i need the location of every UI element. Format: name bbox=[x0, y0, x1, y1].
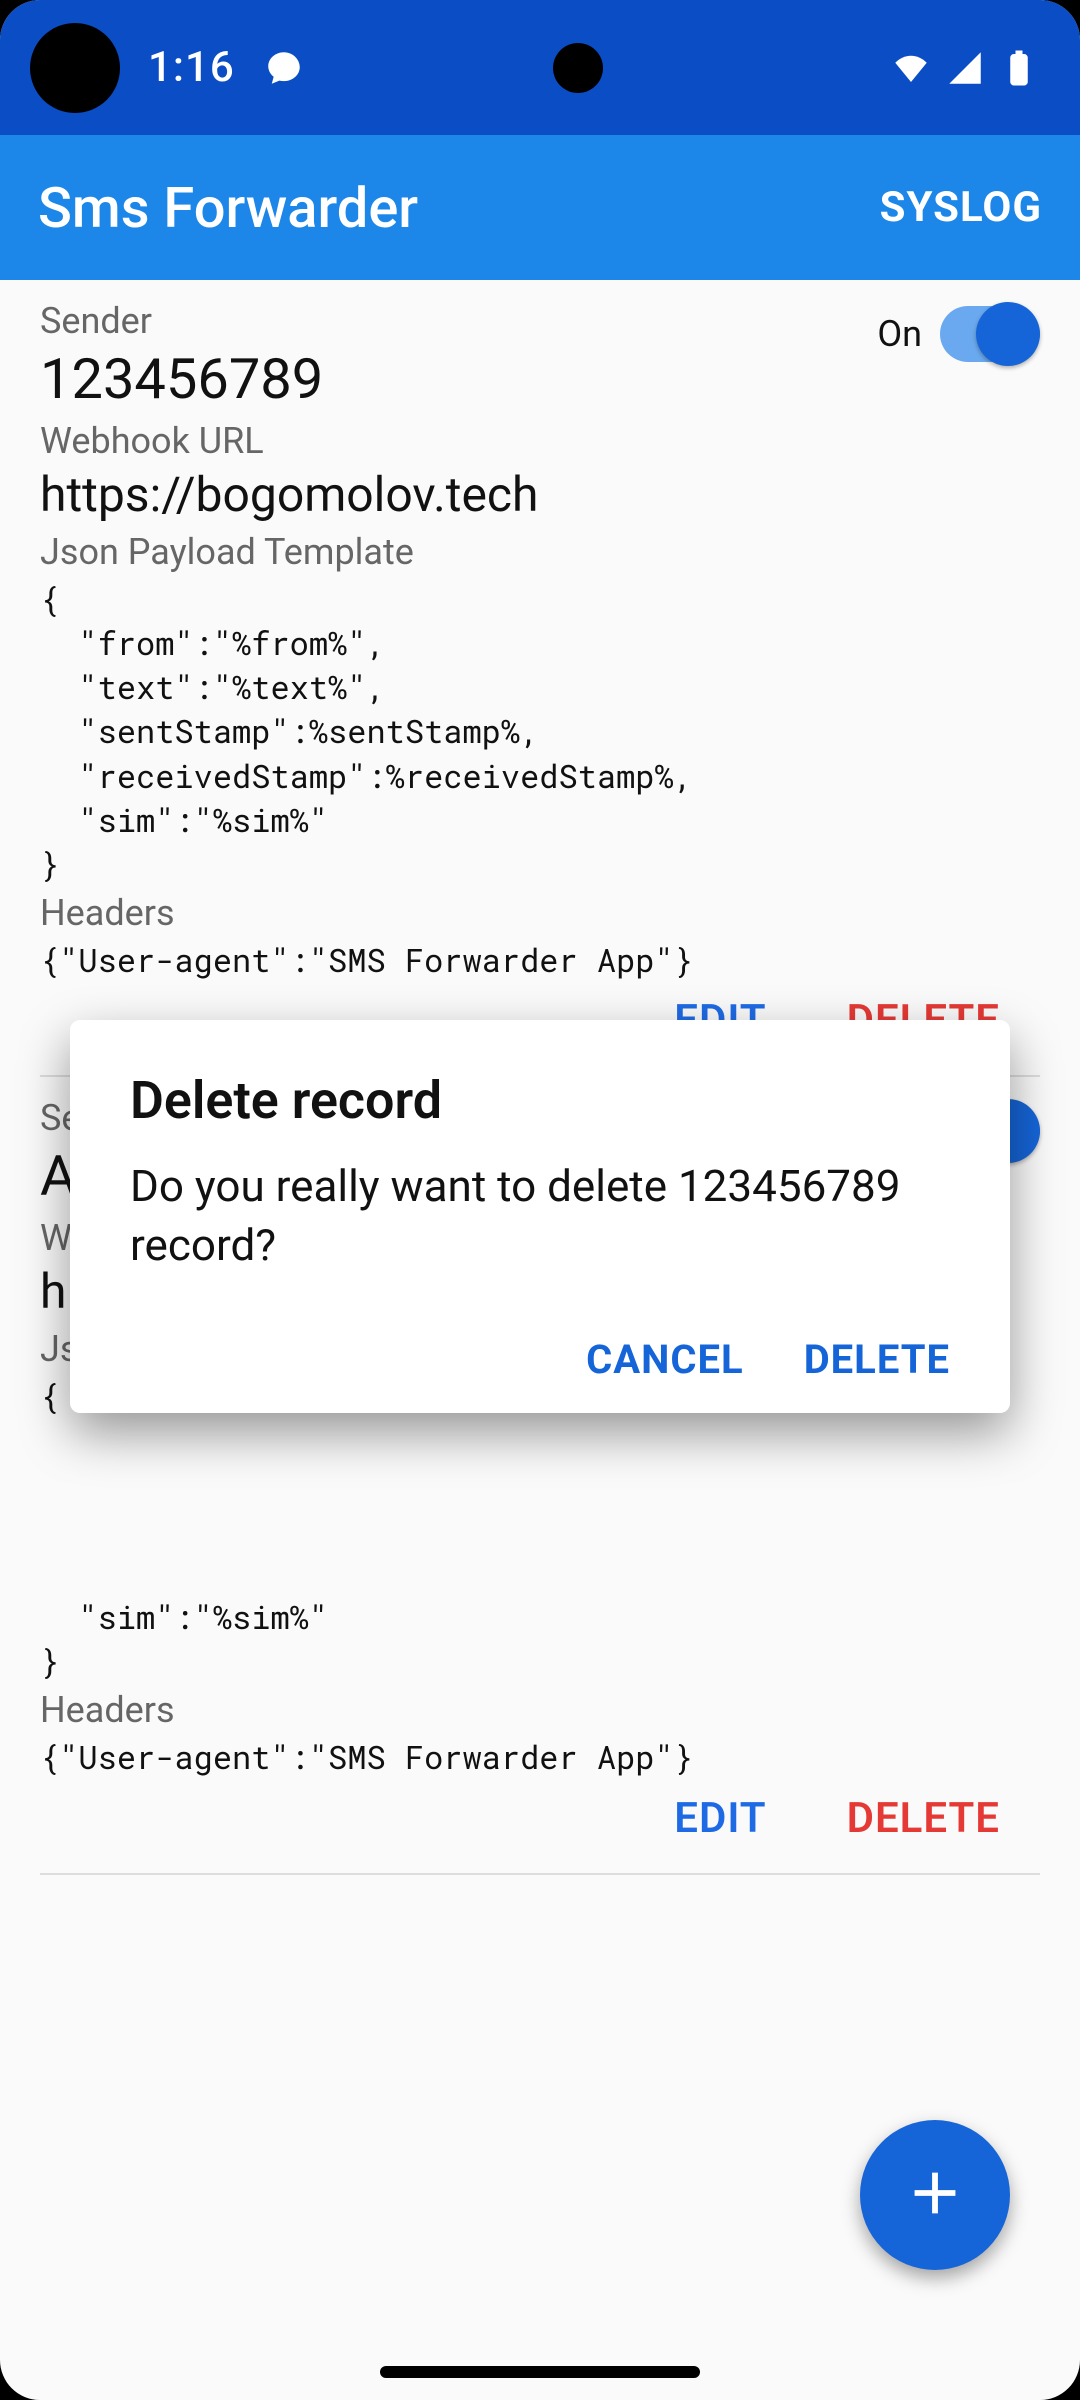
cancel-button[interactable]: CANCEL bbox=[586, 1336, 744, 1383]
confirm-delete-button[interactable]: DELETE bbox=[804, 1336, 950, 1383]
dialog-title: Delete record bbox=[130, 1070, 950, 1131]
dialog-message: Do you really want to delete 123456789 r… bbox=[130, 1157, 950, 1276]
nav-home-indicator[interactable] bbox=[380, 2366, 700, 2378]
screen-root: 1:16 Sms Forwarder SYSLOG bbox=[0, 0, 1080, 2400]
delete-confirm-dialog: Delete record Do you really want to dele… bbox=[70, 1020, 1010, 1413]
